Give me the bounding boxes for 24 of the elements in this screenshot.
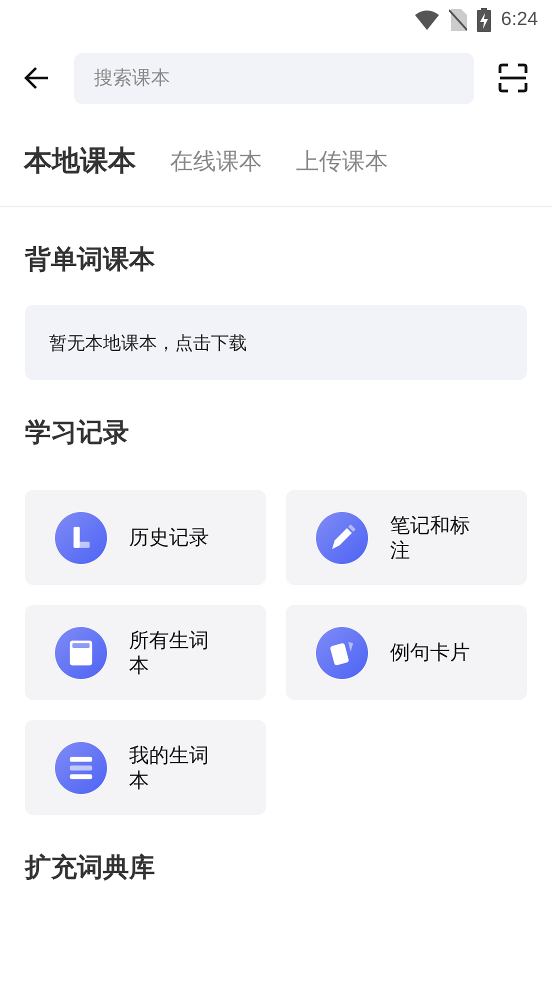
section-title: 扩充词典库: [25, 852, 156, 884]
tab[interactable]: 本地课本: [24, 142, 136, 180]
scan-icon[interactable]: [498, 63, 528, 93]
menu-card[interactable]: 所有生词本: [25, 605, 266, 700]
battery-charging-icon: [477, 8, 492, 32]
section-title: 背单词课本: [25, 244, 156, 276]
search-field[interactable]: 搜索课本: [74, 52, 474, 104]
tab[interactable]: 在线课本: [170, 146, 262, 176]
empty-message[interactable]: 暂无本地课本，点击下载: [25, 305, 527, 380]
no-sim-icon: [449, 9, 468, 31]
menu-card[interactable]: 我的生词本: [25, 720, 266, 815]
notebook-icon: [55, 626, 107, 678]
cards-icon: [316, 626, 368, 678]
clock-icon: [55, 512, 107, 564]
menu-card[interactable]: 例句卡片: [286, 605, 527, 700]
clock-time: 6:24: [501, 9, 538, 31]
pencil-icon: [316, 512, 368, 564]
section-title: 学习记录: [25, 416, 130, 450]
wifi-icon: [415, 10, 440, 30]
list-icon: [55, 742, 107, 794]
tab[interactable]: 上传课本: [296, 146, 388, 176]
back-arrow-icon[interactable]: [24, 65, 50, 91]
menu-card[interactable]: 笔记和标注: [286, 490, 527, 585]
menu-card[interactable]: 历史记录: [25, 490, 266, 585]
